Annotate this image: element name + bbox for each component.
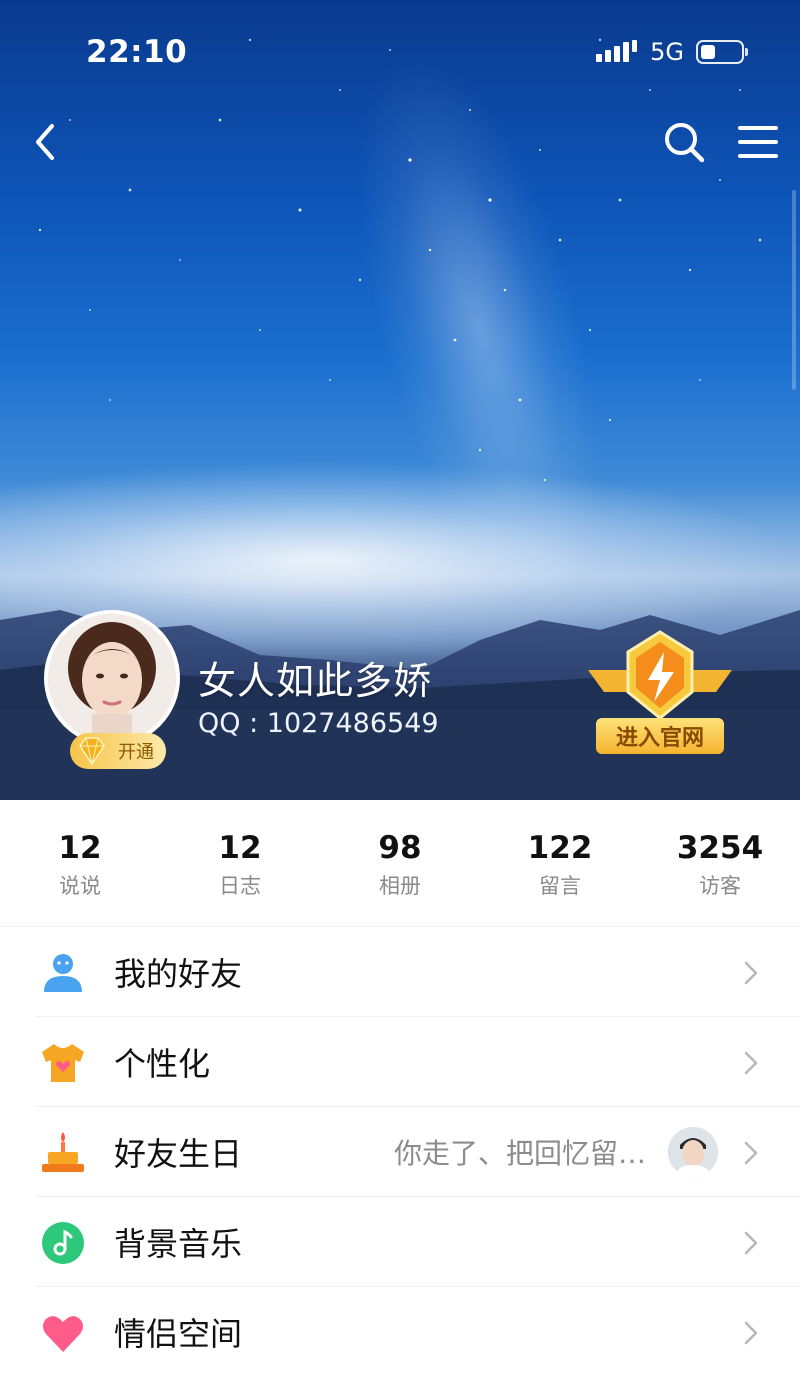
- menu-item-background-music[interactable]: 背景音乐: [0, 1197, 800, 1287]
- back-icon[interactable]: [22, 118, 70, 166]
- battery-icon: [696, 40, 748, 64]
- status-time: 22:10: [86, 34, 188, 70]
- vip-label: 开通: [118, 742, 154, 763]
- stat-value: 12: [58, 830, 102, 866]
- menu-item-label: 好友生日: [114, 1135, 243, 1173]
- birthday-friend-status: 你走了、把回忆留…: [393, 1137, 646, 1170]
- stat-value: 3254: [676, 830, 764, 866]
- friend-avatar: [668, 1127, 718, 1177]
- search-icon[interactable]: [660, 118, 708, 166]
- music-note-icon: [42, 1222, 84, 1264]
- profile-qq-number: QQ : 1027486549: [198, 708, 439, 739]
- stat-value: 122: [527, 830, 593, 866]
- stat-messages[interactable]: 122 留言: [480, 800, 640, 926]
- diamond-icon: [79, 737, 105, 766]
- scroll-indicator[interactable]: [792, 190, 796, 390]
- chevron-right-icon: [744, 961, 758, 985]
- friend-avatar-portrait: [668, 1127, 718, 1177]
- menu-item-label: 个性化: [114, 1045, 211, 1083]
- network-type: 5G: [650, 38, 684, 66]
- profile-nickname: 女人如此多娇: [198, 659, 433, 703]
- stat-blog[interactable]: 12 日志: [160, 800, 320, 926]
- signal-icon: [596, 40, 638, 62]
- status-indicators: 5G: [596, 38, 748, 66]
- stat-label: 日志: [219, 874, 261, 898]
- heart-icon: [43, 1316, 83, 1352]
- chevron-right-icon: [744, 1231, 758, 1255]
- tshirt-icon: [42, 1044, 84, 1082]
- stat-value: 12: [218, 830, 262, 866]
- menu-item-personalize[interactable]: 个性化: [0, 1017, 800, 1107]
- stat-label: 留言: [539, 874, 581, 898]
- chevron-right-icon: [744, 1321, 758, 1345]
- stat-label: 访客: [699, 874, 741, 898]
- menu-icon[interactable]: [734, 118, 782, 166]
- menu-list: 我的好友 个性化 好友生日 你走了、把回忆留… 背景音乐 情侣空间: [0, 927, 800, 1377]
- menu-item-friend-birthday[interactable]: 好友生日 你走了、把回忆留…: [0, 1107, 800, 1197]
- menu-item-label: 我的好友: [114, 955, 243, 993]
- menu-item-couple-space[interactable]: 情侣空间: [0, 1287, 800, 1377]
- stats-bar: 12 说说 12 日志 98 相册 122 留言 3254 访客: [0, 800, 800, 927]
- menu-item-label: 背景音乐: [114, 1225, 243, 1263]
- stat-shuoshuo[interactable]: 12 说说: [0, 800, 160, 926]
- official-site-button[interactable]: 进入官网: [596, 718, 724, 754]
- stat-visitors[interactable]: 3254 访客: [640, 800, 800, 926]
- menu-item-friends[interactable]: 我的好友: [0, 927, 800, 1017]
- menu-item-label: 情侣空间: [114, 1315, 243, 1353]
- stat-label: 说说: [59, 874, 101, 898]
- avatar[interactable]: [44, 610, 180, 746]
- friends-icon: [44, 954, 82, 992]
- avatar-portrait: [48, 614, 176, 742]
- stat-label: 相册: [379, 874, 421, 898]
- stat-album[interactable]: 98 相册: [320, 800, 480, 926]
- birthday-cake-icon: [42, 1132, 84, 1172]
- chevron-right-icon: [744, 1051, 758, 1075]
- chevron-right-icon: [744, 1141, 758, 1165]
- stat-value: 98: [378, 830, 422, 866]
